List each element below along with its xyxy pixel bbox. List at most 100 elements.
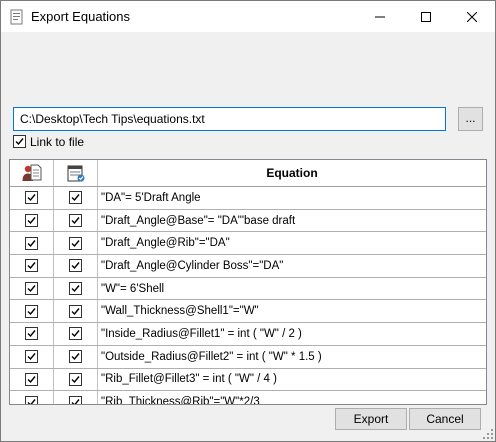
checkmark-icon: [71, 307, 80, 315]
row-export-checkbox[interactable]: [69, 236, 82, 250]
checkmark-icon: [71, 285, 80, 293]
row-enabled-checkbox[interactable]: [25, 350, 38, 364]
table-row[interactable]: "Wall_Thickness@Shell1"="W": [10, 300, 486, 324]
checkmark-icon: [71, 217, 80, 225]
equation-cell[interactable]: "Draft_Angle@Cylinder Boss"="DA": [98, 255, 486, 277]
maximize-icon: [421, 11, 431, 22]
equation-cell[interactable]: "Draft_Angle@Base"= "DA"'base draft: [98, 210, 486, 232]
row-export-checkbox[interactable]: [69, 282, 82, 296]
table-row[interactable]: "Rib_Fillet@Fillet3" = int ( "W" / 4 ): [10, 368, 486, 392]
window-title: Export Equations: [31, 9, 131, 24]
table-body: "DA"= 5'Draft Angle "Draft_Angle@Base"= "…: [10, 187, 486, 404]
checkmark-icon: [27, 353, 36, 361]
checkmark-icon: [27, 398, 36, 404]
maximize-button[interactable]: [403, 1, 449, 32]
equation-column-header[interactable]: Equation: [98, 160, 486, 186]
row-export-cell: [54, 300, 98, 323]
checkmark-icon: [27, 217, 36, 225]
equation-cell[interactable]: "Wall_Thickness@Shell1"="W": [98, 300, 486, 322]
row-enabled-checkbox[interactable]: [25, 214, 38, 228]
row-export-cell: [54, 255, 98, 277]
cancel-button[interactable]: Cancel: [409, 408, 481, 430]
checkmark-icon: [71, 375, 80, 383]
row-export-checkbox[interactable]: [69, 191, 82, 205]
row-enabled-cell: [10, 391, 54, 404]
row-enabled-checkbox[interactable]: [25, 236, 38, 250]
app-icon: [9, 9, 25, 25]
row-export-cell: [54, 323, 98, 345]
file-path-input[interactable]: [13, 107, 446, 131]
user-document-icon[interactable]: [10, 160, 54, 186]
checkmark-icon: [15, 138, 24, 146]
table-row[interactable]: "Draft_Angle@Rib"="DA": [10, 232, 486, 256]
equation-cell[interactable]: "Inside_Radius@Fillet1" = int ( "W" / 2 …: [98, 323, 486, 345]
minimize-icon: [375, 16, 385, 17]
equation-cell[interactable]: "Draft_Angle@Rib"="DA": [98, 232, 486, 254]
row-enabled-cell: [10, 300, 54, 323]
row-enabled-checkbox[interactable]: [25, 304, 38, 318]
row-export-cell: [54, 209, 98, 232]
table-row[interactable]: "Outside_Radius@Fillet2" = int ( "W" * 1…: [10, 345, 486, 369]
row-enabled-cell: [10, 345, 54, 368]
checkmark-icon: [27, 330, 36, 338]
table-row[interactable]: "W"= 6'Shell: [10, 277, 486, 301]
table-row[interactable]: "Rib_Thickness@Rib"="W"*2/3: [10, 391, 486, 404]
minimize-button[interactable]: [357, 1, 403, 32]
row-enabled-cell: [10, 255, 54, 277]
checkmark-icon: [71, 262, 80, 270]
checkmark-icon: [27, 239, 36, 247]
checkmark-icon: [71, 330, 80, 338]
equations-table: Equation "DA"= 5'Draft Angle "Draft_Angle…: [9, 159, 487, 405]
row-export-checkbox[interactable]: [69, 395, 82, 404]
link-to-file-row[interactable]: Link to file: [13, 134, 84, 149]
table-row[interactable]: "DA"= 5'Draft Angle: [10, 187, 486, 210]
checkmark-icon: [27, 194, 36, 202]
checkmark-icon: [71, 353, 80, 361]
row-export-checkbox[interactable]: [69, 350, 82, 364]
row-enabled-checkbox[interactable]: [25, 395, 38, 404]
checkmark-icon: [27, 262, 36, 270]
table-header: Equation: [10, 160, 486, 187]
checkmark-icon: [27, 375, 36, 383]
row-export-checkbox[interactable]: [69, 327, 82, 341]
row-enabled-cell: [10, 277, 54, 300]
row-export-cell: [54, 368, 98, 391]
row-enabled-cell: [10, 209, 54, 232]
link-to-file-checkbox[interactable]: [13, 135, 26, 148]
row-enabled-checkbox[interactable]: [25, 191, 38, 205]
row-enabled-checkbox[interactable]: [25, 327, 38, 341]
checkmark-icon: [71, 398, 80, 404]
title-bar: Export Equations: [1, 1, 495, 32]
checkmark-icon: [27, 285, 36, 293]
close-icon: [467, 11, 477, 22]
browse-button[interactable]: ...: [458, 107, 483, 131]
link-to-file-label: Link to file: [30, 134, 85, 149]
row-export-cell: [54, 187, 98, 209]
equation-cell[interactable]: "DA"= 5'Draft Angle: [98, 187, 486, 209]
equation-cell[interactable]: "Outside_Radius@Fillet2" = int ( "W" * 1…: [98, 346, 486, 368]
row-enabled-checkbox[interactable]: [25, 372, 38, 386]
row-enabled-checkbox[interactable]: [25, 282, 38, 296]
checkmark-icon: [71, 194, 80, 202]
row-enabled-checkbox[interactable]: [25, 259, 38, 273]
export-button[interactable]: Export: [335, 408, 407, 430]
row-export-cell: [54, 391, 98, 404]
equation-cell[interactable]: "W"= 6'Shell: [98, 278, 486, 300]
resize-grip-icon[interactable]: [483, 429, 493, 439]
table-row[interactable]: "Draft_Angle@Cylinder Boss"="DA": [10, 255, 486, 278]
row-export-checkbox[interactable]: [69, 372, 82, 386]
row-export-checkbox[interactable]: [69, 214, 82, 228]
calendar-check-icon[interactable]: [54, 160, 98, 186]
row-enabled-cell: [10, 187, 54, 209]
close-button[interactable]: [449, 1, 495, 32]
checkmark-icon: [71, 239, 80, 247]
row-export-checkbox[interactable]: [69, 304, 82, 318]
table-row[interactable]: "Inside_Radius@Fillet1" = int ( "W" / 2 …: [10, 323, 486, 346]
equation-cell[interactable]: "Rib_Fillet@Fillet3" = int ( "W" / 4 ): [98, 369, 486, 391]
row-export-cell: [54, 345, 98, 368]
equation-cell[interactable]: "Rib_Thickness@Rib"="W"*2/3: [98, 391, 486, 404]
row-enabled-cell: [10, 323, 54, 345]
row-enabled-cell: [10, 368, 54, 391]
row-export-checkbox[interactable]: [69, 259, 82, 273]
table-row[interactable]: "Draft_Angle@Base"= "DA"'base draft: [10, 209, 486, 233]
